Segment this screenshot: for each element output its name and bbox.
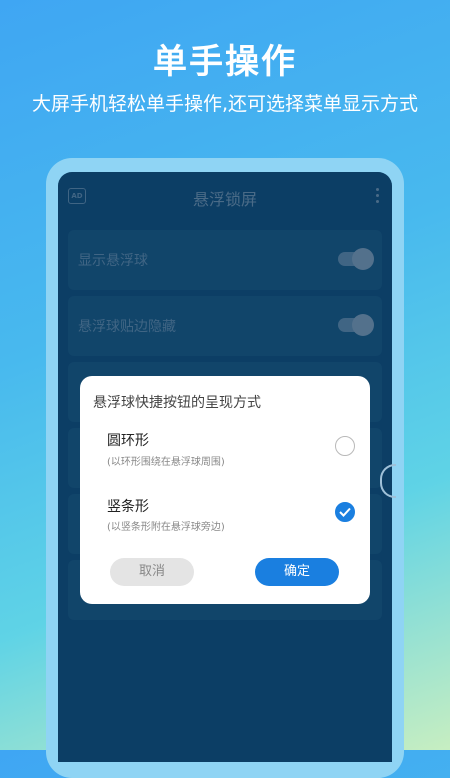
option-ring-title[interactable]: 圆环形 xyxy=(107,430,149,450)
option-ring-desc: (以环形围绕在悬浮球周围) xyxy=(107,457,225,468)
promo-title: 单手操作 xyxy=(153,42,297,82)
option-bar-radio-checked[interactable] xyxy=(335,502,355,522)
confirm-button[interactable]: 确定 xyxy=(255,558,339,586)
promo-subtitle: 大屏手机轻松单手操作,还可选择菜单显示方式 xyxy=(31,93,419,115)
option-bar-desc: (以竖条形附在悬浮球旁边) xyxy=(107,522,225,533)
option-ring-radio[interactable] xyxy=(335,436,355,456)
cancel-button[interactable]: 取消 xyxy=(110,558,194,586)
dialog-title: 悬浮球快捷按钮的呈现方式 xyxy=(93,395,261,411)
check-icon xyxy=(339,507,351,517)
display-mode-dialog: 悬浮球快捷按钮的呈现方式 圆环形 (以环形围绕在悬浮球周围) 竖条形 (以竖条形… xyxy=(80,376,370,604)
option-bar-title[interactable]: 竖条形 xyxy=(107,496,149,516)
